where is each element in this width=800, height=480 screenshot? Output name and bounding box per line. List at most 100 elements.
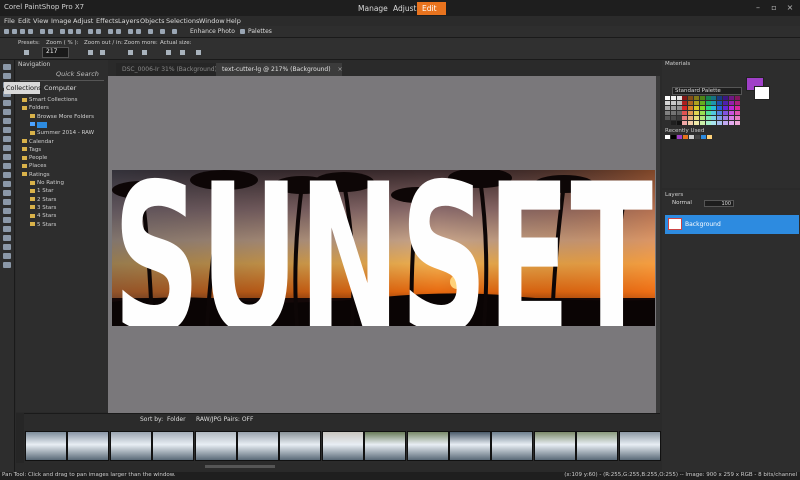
- flood-fill-icon[interactable]: [3, 190, 11, 196]
- swatch[interactable]: [728, 96, 734, 100]
- quick-search-input[interactable]: Quick Search: [56, 70, 99, 78]
- swatch[interactable]: [711, 96, 717, 100]
- tab-manage[interactable]: Manage: [353, 2, 388, 15]
- swatch[interactable]: [694, 121, 699, 125]
- recent-swatch[interactable]: [683, 135, 688, 139]
- thumbnail[interactable]: [194, 431, 237, 461]
- thumbnail[interactable]: [618, 431, 661, 461]
- swatch[interactable]: [670, 111, 676, 115]
- swatch[interactable]: [665, 116, 670, 120]
- tree-item[interactable]: Summer 2014 - RAW: [30, 130, 94, 136]
- tab-adjust[interactable]: Adjust: [388, 2, 416, 15]
- resize-icon[interactable]: [116, 29, 121, 34]
- paint-brush-icon[interactable]: [3, 172, 11, 178]
- swatch[interactable]: [723, 101, 728, 105]
- mirror-icon[interactable]: [136, 29, 141, 34]
- pan-tool-icon[interactable]: [3, 64, 11, 70]
- share-icon[interactable]: [160, 29, 165, 34]
- swatch[interactable]: [728, 121, 734, 125]
- flip-icon[interactable]: [128, 29, 133, 34]
- swatch[interactable]: [694, 96, 699, 100]
- menu-effects[interactable]: Effects: [96, 17, 118, 25]
- close-tab-icon[interactable]: ×: [338, 66, 343, 73]
- swatch[interactable]: [734, 116, 740, 120]
- swatch[interactable]: [734, 106, 740, 110]
- swatch[interactable]: [705, 101, 711, 105]
- swatch[interactable]: [682, 106, 688, 110]
- background-swatch[interactable]: [754, 86, 770, 100]
- paste-icon[interactable]: [76, 29, 81, 34]
- swatch[interactable]: [723, 121, 728, 125]
- swatch[interactable]: [717, 121, 723, 125]
- menu-window[interactable]: Window: [199, 17, 225, 25]
- swatch[interactable]: [665, 106, 670, 110]
- blend-mode-dropdown[interactable]: Normal: [672, 200, 702, 207]
- tree-item[interactable]: 2 Stars: [30, 197, 56, 203]
- thumbnail[interactable]: [67, 431, 110, 461]
- swatch[interactable]: [682, 96, 688, 100]
- menu-objects[interactable]: Objects: [140, 17, 165, 25]
- swatch[interactable]: [717, 111, 723, 115]
- palette-dropdown[interactable]: Standard Palette: [672, 87, 742, 95]
- tree-item[interactable]: Ratings: [22, 172, 50, 178]
- vertical-scrollbar[interactable]: [656, 76, 660, 413]
- palettes-icon[interactable]: [240, 29, 245, 34]
- thumbnail[interactable]: [321, 431, 364, 461]
- swatch[interactable]: [682, 111, 688, 115]
- tree-item[interactable]: 5 Stars: [30, 222, 56, 228]
- red-eye-tool-icon[interactable]: [3, 145, 11, 151]
- thumbnail[interactable]: [109, 431, 152, 461]
- actual-size-icon[interactable]: [166, 50, 171, 55]
- tree-item[interactable]: 3 Stars: [30, 205, 56, 211]
- thumbnail[interactable]: [279, 431, 322, 461]
- thumbnail[interactable]: [576, 431, 619, 461]
- swatch[interactable]: [670, 121, 676, 125]
- menu-edit[interactable]: Edit: [18, 17, 31, 25]
- swatch[interactable]: [723, 96, 728, 100]
- recent-swatches[interactable]: [665, 135, 725, 139]
- dropper-tool-icon[interactable]: [3, 109, 11, 115]
- swatch[interactable]: [699, 121, 705, 125]
- organizer-side-tab[interactable]: [16, 413, 24, 463]
- recent-swatch[interactable]: [695, 135, 700, 139]
- swatch[interactable]: [705, 96, 711, 100]
- text-tool-icon[interactable]: [3, 235, 11, 241]
- swatch[interactable]: [688, 121, 694, 125]
- enhance-photo-button[interactable]: Enhance Photo: [190, 28, 235, 35]
- swatch[interactable]: [694, 106, 699, 110]
- swatch[interactable]: [688, 111, 694, 115]
- tab-document-2[interactable]: text-cutter-lg @ 217% (Background) ×: [216, 63, 343, 76]
- swatch[interactable]: [699, 101, 705, 105]
- selection-tool-icon[interactable]: [3, 100, 11, 106]
- organizer-scrollbar[interactable]: [205, 465, 275, 468]
- swatch[interactable]: [723, 106, 728, 110]
- swatch[interactable]: [711, 116, 717, 120]
- swatch[interactable]: [688, 101, 694, 105]
- dodge-burn-icon[interactable]: [3, 217, 11, 223]
- swatch[interactable]: [676, 101, 682, 105]
- swatch[interactable]: [711, 101, 717, 105]
- swatch[interactable]: [676, 121, 682, 125]
- swatch[interactable]: [688, 96, 694, 100]
- layer-icon[interactable]: [148, 29, 153, 34]
- fit-window-icon[interactable]: [180, 50, 185, 55]
- recent-swatch[interactable]: [689, 135, 694, 139]
- rotate-right-icon[interactable]: [96, 29, 101, 34]
- print-icon[interactable]: [28, 29, 33, 34]
- tree-item[interactable]: Smart Collections: [22, 97, 77, 103]
- swatch[interactable]: [676, 111, 682, 115]
- swatch[interactable]: [694, 101, 699, 105]
- perspective-tool-icon[interactable]: [3, 136, 11, 142]
- swatch[interactable]: [682, 121, 688, 125]
- swatch[interactable]: [717, 96, 723, 100]
- zoom-percent-input[interactable]: 217: [42, 47, 69, 58]
- tree-item[interactable]: Calendar: [22, 139, 54, 145]
- swatch[interactable]: [734, 101, 740, 105]
- swatch[interactable]: [705, 116, 711, 120]
- color-swatches[interactable]: [665, 96, 741, 126]
- swatch[interactable]: [717, 106, 723, 110]
- swatch[interactable]: [676, 96, 682, 100]
- swatch[interactable]: [711, 111, 717, 115]
- swatch[interactable]: [734, 121, 740, 125]
- thumbnail[interactable]: [25, 431, 67, 461]
